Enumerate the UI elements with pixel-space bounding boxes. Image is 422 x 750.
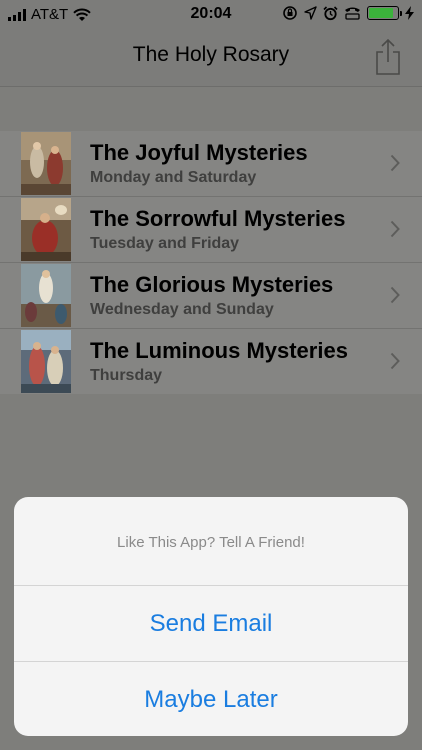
chevron-right-icon (390, 154, 400, 172)
battery-icon (367, 6, 402, 20)
tty-icon (345, 7, 360, 20)
page-title: The Holy Rosary (132, 43, 290, 66)
battery-fill (369, 8, 393, 18)
list-item-subtitle: Wednesday and Sunday (90, 301, 274, 318)
list-item-title: The Sorrowful Mysteries (90, 206, 346, 231)
list-item-glorious[interactable]: The Glorious Mysteries Wednesday and Sun… (0, 263, 422, 329)
list-item-title: The Glorious Mysteries (90, 272, 334, 297)
mysteries-list: The Joyful Mysteries Monday and Saturday… (0, 131, 422, 394)
chevron-right-icon (390, 286, 400, 304)
list-item-subtitle: Tuesday and Friday (90, 235, 240, 252)
list-item-subtitle: Monday and Saturday (90, 169, 257, 186)
share-icon[interactable] (374, 38, 402, 76)
action-sheet-message: Like This App? Tell A Friend! (14, 497, 408, 586)
status-right (282, 5, 414, 21)
joyful-thumbnail (21, 132, 71, 195)
share-action-sheet: Like This App? Tell A Friend! Send Email… (14, 497, 408, 736)
list-item-luminous[interactable]: The Luminous Mysteries Thursday (0, 329, 422, 394)
list-item-title: The Luminous Mysteries (90, 338, 348, 363)
navigation-bar: The Holy Rosary (0, 30, 422, 87)
send-email-button[interactable]: Send Email (14, 586, 408, 662)
orientation-lock-icon (283, 6, 297, 20)
location-icon (304, 6, 317, 20)
luminous-thumbnail (21, 330, 71, 393)
list-item-sorrowful[interactable]: The Sorrowful Mysteries Tuesday and Frid… (0, 197, 422, 263)
chevron-right-icon (390, 352, 400, 370)
sorrowful-thumbnail (21, 198, 71, 261)
glorious-thumbnail (21, 264, 71, 327)
alarm-icon (323, 5, 338, 20)
list-item-subtitle: Thursday (90, 367, 163, 384)
chevron-right-icon (390, 220, 400, 238)
list-item-joyful[interactable]: The Joyful Mysteries Monday and Saturday (0, 131, 422, 197)
charging-icon (405, 6, 414, 20)
status-bar: AT&T 20:04 (0, 0, 422, 30)
list-item-title: The Joyful Mysteries (90, 140, 308, 165)
maybe-later-button[interactable]: Maybe Later (14, 662, 408, 736)
